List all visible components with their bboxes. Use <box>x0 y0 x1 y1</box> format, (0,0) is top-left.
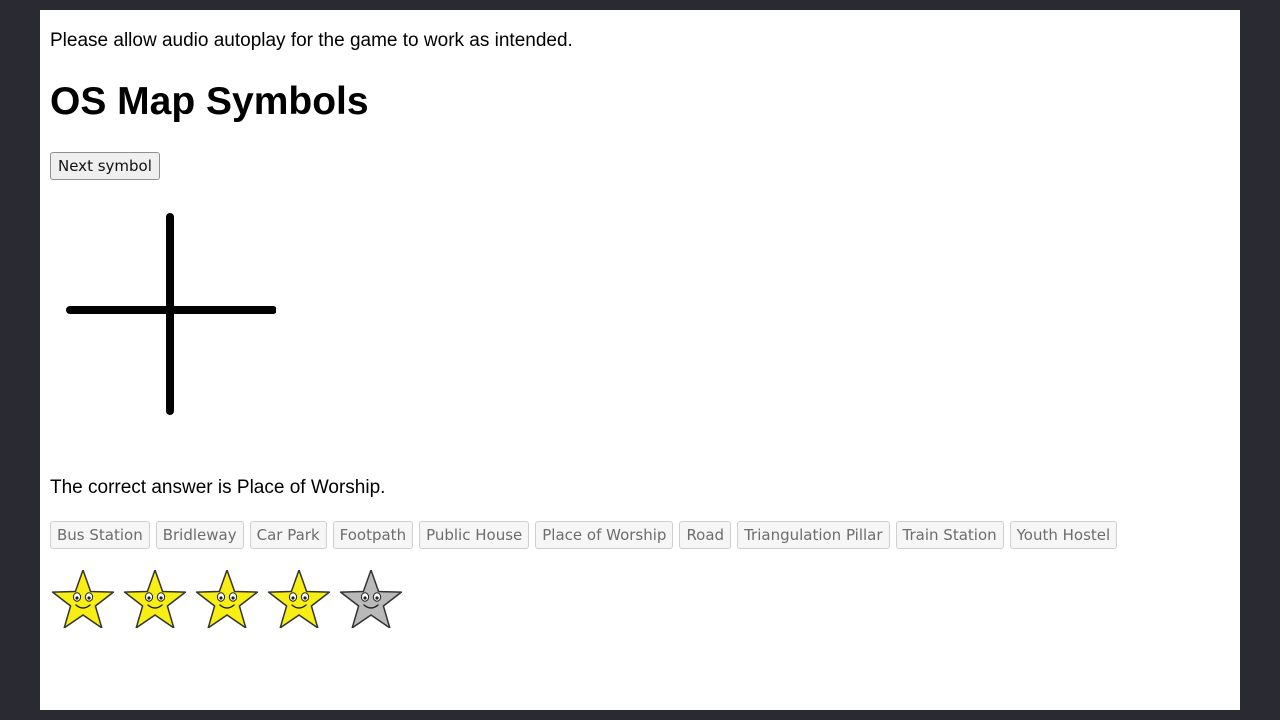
star-earned-icon-4 <box>267 570 331 628</box>
answer-option-public-house[interactable]: Public House <box>419 521 530 549</box>
star-earned-icon-3 <box>195 570 259 628</box>
answer-option-bridleway[interactable]: Bridleway <box>155 521 244 549</box>
star-earned-icon-2 <box>123 570 187 628</box>
answer-options: Bus Station Bridleway Car Park Footpath Publ… <box>50 521 1118 549</box>
answer-option-bus-station[interactable]: Bus Station <box>50 521 150 549</box>
answer-option-car-park[interactable]: Car Park <box>249 521 327 549</box>
answer-option-train-station[interactable]: Train Station <box>895 521 1004 549</box>
answer-option-place-of-worship[interactable]: Place of Worship <box>535 521 674 549</box>
autoplay-notice: Please allow audio autoplay for the game… <box>50 30 573 51</box>
star-empty-icon-5 <box>339 570 403 628</box>
answer-feedback: The correct answer is Place of Worship. <box>50 477 386 498</box>
answer-option-youth-hostel[interactable]: Youth Hostel <box>1009 521 1118 549</box>
answer-option-triangulation-pillar[interactable]: Triangulation Pillar <box>737 521 890 549</box>
page-title: OS Map Symbols <box>50 80 369 123</box>
answer-option-road[interactable]: Road <box>679 521 732 549</box>
star-earned-icon-1 <box>51 570 115 628</box>
answer-option-footpath[interactable]: Footpath <box>332 521 414 549</box>
score-stars <box>50 570 404 628</box>
cross-symbol-icon <box>66 213 276 415</box>
next-symbol-button[interactable]: Next symbol <box>50 152 160 180</box>
game-page: Please allow audio autoplay for the game… <box>40 10 1240 710</box>
